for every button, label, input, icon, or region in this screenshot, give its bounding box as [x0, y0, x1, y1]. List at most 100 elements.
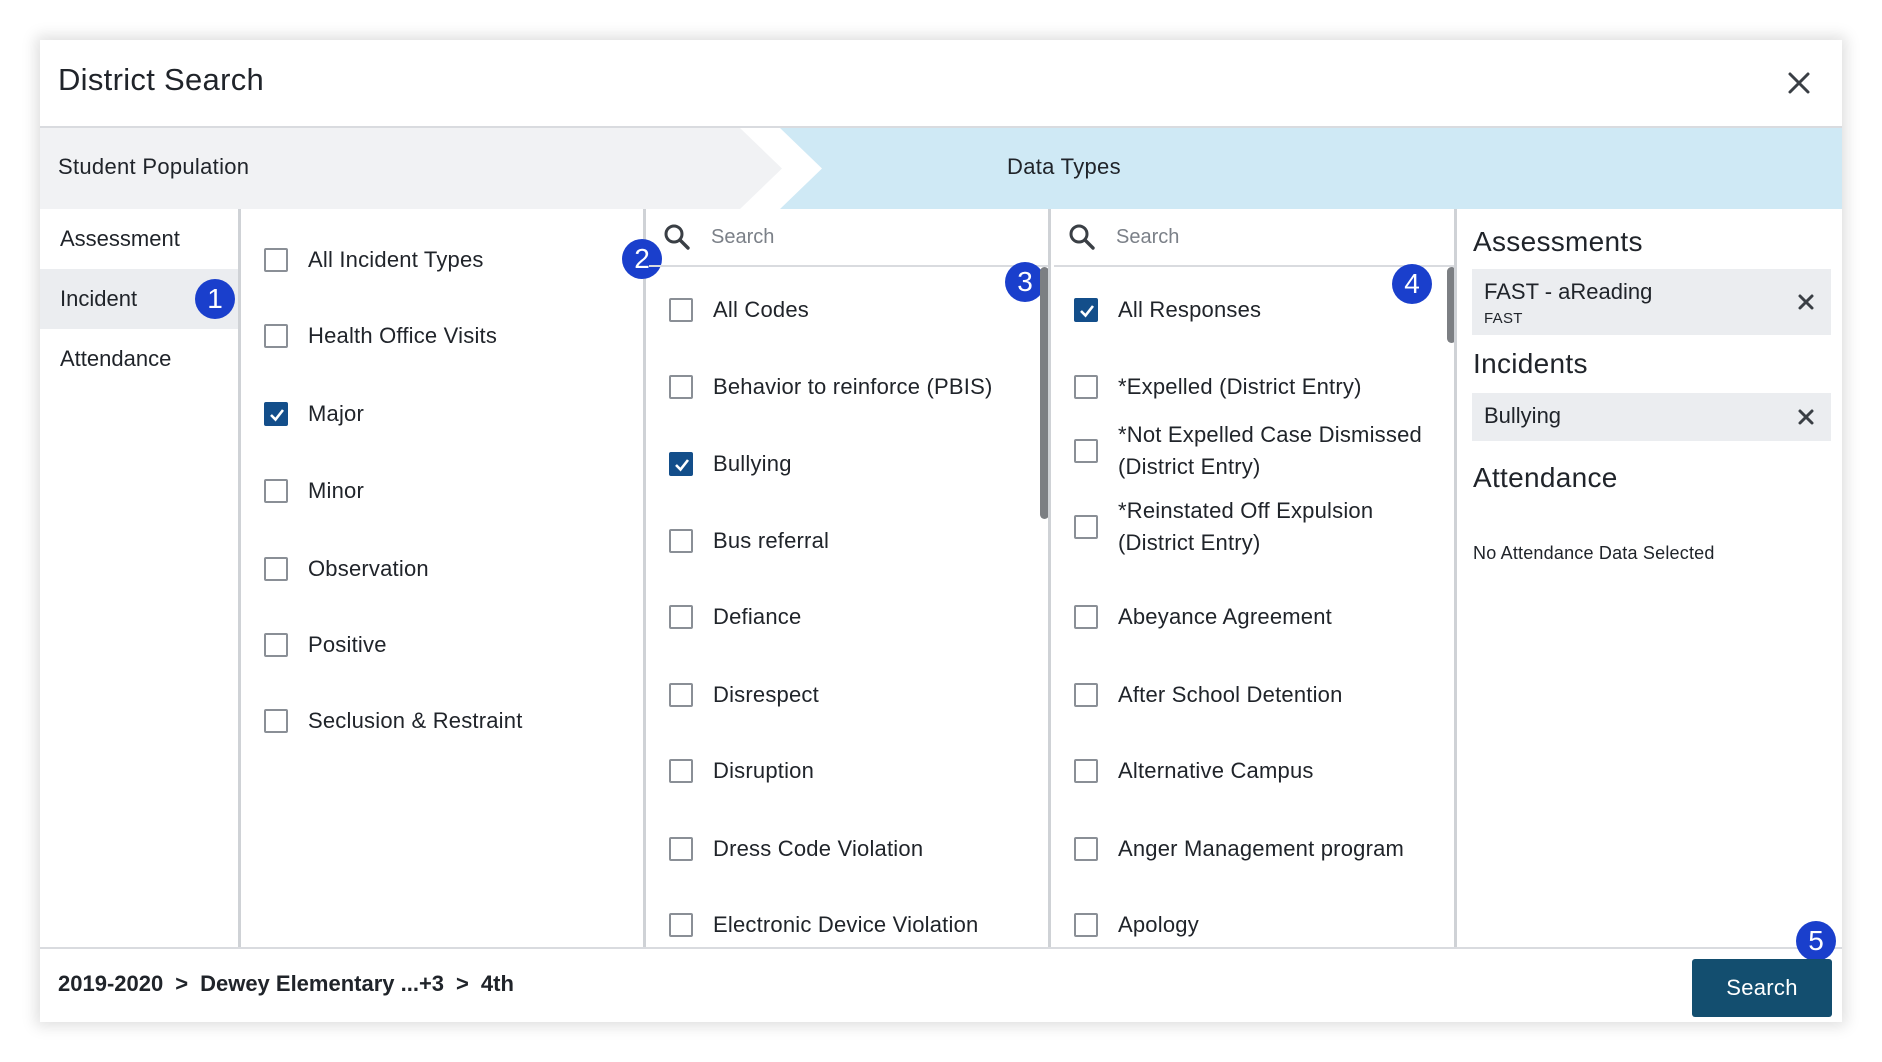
response-item[interactable]: Abeyance Agreement	[1074, 601, 1454, 633]
attendance-note: No Attendance Data Selected	[1473, 543, 1715, 563]
breadcrumb-school[interactable]: Dewey Elementary ...+3	[200, 971, 444, 997]
checkbox-checked[interactable]	[1074, 298, 1098, 322]
response-label: *Not Expelled Case Dismissed (District E…	[1118, 422, 1422, 479]
check-icon	[1080, 305, 1095, 318]
code-item[interactable]: Disruption	[669, 755, 1048, 787]
code-item[interactable]: Bullying	[669, 448, 1048, 480]
step-data-types[interactable]: Data Types	[1007, 154, 1121, 180]
breadcrumb-separator: >	[456, 971, 469, 996]
checkbox[interactable]	[1074, 605, 1098, 629]
incident-type-label: Seclusion & Restraint	[308, 708, 523, 733]
checkbox[interactable]	[1074, 515, 1098, 539]
response-label: All Responses	[1118, 297, 1262, 322]
data-category-nav: Assessment Incident Attendance 1	[40, 209, 241, 947]
responses-column: 4 All Responses *Expelled (District Entr…	[1054, 209, 1457, 947]
code-label: Bus referral	[713, 528, 830, 553]
incident-codes-column: 3 All Codes Behavior to reinforce (PBIS)…	[649, 209, 1051, 947]
checkbox[interactable]	[669, 683, 693, 707]
incident-type-minor[interactable]: Minor	[264, 475, 643, 507]
incident-types-column: 2 All Incident Types Health Office Visit…	[244, 209, 662, 947]
code-label: Disrespect	[713, 682, 819, 707]
incident-type-label: Positive	[308, 632, 387, 657]
checkbox[interactable]	[1074, 837, 1098, 861]
close-icon	[1788, 72, 1810, 94]
checkbox[interactable]	[1074, 439, 1098, 463]
incident-type-label: Minor	[308, 478, 365, 503]
checkbox[interactable]	[1074, 913, 1098, 937]
code-item[interactable]: Bus referral	[669, 525, 1048, 557]
incident-type-all[interactable]: All Incident Types	[264, 244, 643, 276]
checkbox[interactable]	[264, 633, 288, 657]
code-label: All Codes	[713, 297, 809, 322]
checkbox[interactable]	[669, 605, 693, 629]
assessment-chip: FAST - aReading FAST	[1472, 269, 1831, 335]
incident-type-label: Major	[308, 401, 365, 426]
response-item[interactable]: *Reinstated Off Expulsion (District Entr…	[1074, 495, 1434, 559]
response-label: *Expelled (District Entry)	[1118, 374, 1362, 399]
checkbox[interactable]	[669, 298, 693, 322]
response-item[interactable]: After School Detention	[1074, 679, 1454, 711]
remove-incident-button[interactable]	[1795, 406, 1817, 428]
response-item[interactable]: Alternative Campus	[1074, 755, 1454, 787]
checkbox[interactable]	[669, 529, 693, 553]
response-item[interactable]: Apology	[1074, 909, 1454, 941]
incident-type-seclusion[interactable]: Seclusion & Restraint	[264, 705, 643, 737]
code-item[interactable]: Dress Code Violation	[669, 833, 1048, 865]
checkbox[interactable]	[669, 837, 693, 861]
checkbox[interactable]	[669, 759, 693, 783]
checkbox[interactable]	[1074, 683, 1098, 707]
checkbox[interactable]	[1074, 759, 1098, 783]
dialog-title: District Search	[58, 62, 265, 97]
responses-search-bar	[1054, 209, 1454, 267]
code-item[interactable]: Behavior to reinforce (PBIS)	[669, 371, 1048, 403]
incident-type-major[interactable]: Major	[264, 398, 643, 430]
check-icon	[270, 409, 285, 422]
incident-type-health-office[interactable]: Health Office Visits	[264, 320, 643, 352]
assessments-heading: Assessments	[1473, 226, 1643, 257]
checkbox[interactable]	[264, 709, 288, 733]
step-arrows	[40, 128, 1842, 209]
step-student-population[interactable]: Student Population	[58, 154, 249, 180]
nav-item-attendance[interactable]: Attendance	[40, 329, 238, 389]
breadcrumb-grade[interactable]: 4th	[481, 971, 514, 997]
incidents-heading: Incidents	[1473, 348, 1588, 379]
incident-type-label: All Incident Types	[308, 247, 484, 272]
codes-search-input[interactable]	[711, 219, 1011, 255]
dialog-body: Assessment Incident Attendance 1 2 All I…	[40, 209, 1842, 947]
checkbox[interactable]	[264, 479, 288, 503]
response-item[interactable]: All Responses	[1074, 294, 1454, 326]
chip-title: Bullying	[1484, 403, 1562, 428]
response-label: *Reinstated Off Expulsion (District Entr…	[1118, 498, 1374, 555]
checkbox[interactable]	[1074, 375, 1098, 399]
search-icon	[664, 224, 690, 250]
step-progress-bar: Student Population Data Types	[40, 128, 1842, 209]
code-item[interactable]: Electronic Device Violation	[669, 909, 1048, 941]
incident-type-observation[interactable]: Observation	[264, 553, 643, 585]
response-item[interactable]: Anger Management program	[1074, 833, 1454, 865]
checkbox[interactable]	[264, 557, 288, 581]
checkbox-checked[interactable]	[669, 452, 693, 476]
remove-assessment-button[interactable]	[1795, 291, 1817, 313]
nav-item-assessment[interactable]: Assessment	[40, 209, 238, 269]
checkbox-checked[interactable]	[264, 402, 288, 426]
breadcrumb-year[interactable]: 2019-2020	[58, 971, 163, 997]
search-button[interactable]: Search	[1692, 959, 1832, 1017]
response-item[interactable]: *Expelled (District Entry)	[1074, 371, 1454, 403]
incident-type-positive[interactable]: Positive	[264, 629, 643, 661]
checkbox[interactable]	[264, 248, 288, 272]
checkbox[interactable]	[669, 375, 693, 399]
code-label: Electronic Device Violation	[713, 912, 979, 937]
response-item[interactable]: *Not Expelled Case Dismissed (District E…	[1074, 419, 1434, 483]
code-item[interactable]: Disrespect	[669, 679, 1048, 711]
responses-search-input[interactable]	[1116, 219, 1416, 255]
selection-summary: Assessments FAST - aReading FAST Inciden…	[1460, 209, 1842, 947]
attendance-heading: Attendance	[1473, 462, 1618, 493]
close-button[interactable]	[1778, 62, 1820, 104]
code-item[interactable]: Defiance	[669, 601, 1048, 633]
checkbox[interactable]	[264, 324, 288, 348]
incident-type-label: Observation	[308, 556, 429, 581]
incident-chip: Bullying	[1472, 393, 1831, 441]
code-item[interactable]: All Codes	[669, 294, 1048, 326]
response-label: Abeyance Agreement	[1118, 604, 1332, 629]
checkbox[interactable]	[669, 913, 693, 937]
